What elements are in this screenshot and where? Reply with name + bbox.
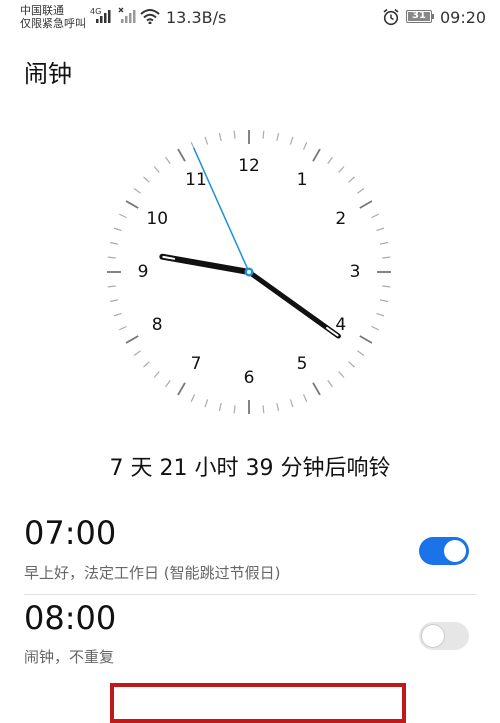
clock-tick (204, 399, 209, 408)
clock-tick (177, 148, 186, 162)
clock-number-6: 6 (244, 368, 255, 388)
clock-tick (338, 166, 345, 173)
clock-tick (357, 350, 365, 356)
clock-tick (233, 405, 236, 414)
no-sim-signal-icon (118, 7, 136, 23)
clock-tick (379, 299, 389, 303)
clock-tick (262, 130, 265, 139)
highlight-box (110, 683, 406, 723)
clock-number-9: 9 (138, 262, 149, 282)
clock-tick (276, 132, 280, 142)
clock-tick (113, 312, 122, 317)
divider (24, 594, 476, 595)
clock-tick (371, 213, 379, 219)
battery-icon: 31 (406, 10, 432, 23)
clock-tick (302, 142, 308, 150)
clock-tick (376, 227, 385, 232)
clock-tick (312, 382, 321, 396)
clock-tick (133, 350, 141, 356)
clock-tick (289, 399, 294, 408)
hour-hand (159, 253, 252, 275)
clock-number-2: 2 (335, 209, 346, 229)
clock-tick (348, 176, 355, 183)
clock-center-dot (247, 270, 251, 274)
clock-tick (125, 335, 139, 344)
alarm-time: 07:00 (24, 514, 117, 552)
clock-tick (376, 312, 385, 317)
clock-number-5: 5 (297, 354, 308, 374)
toggle-knob (422, 625, 444, 647)
clock-tick (348, 361, 355, 368)
clock-tick (143, 176, 150, 183)
cellular-signal-icon: 4G (90, 7, 111, 23)
clock-tick (125, 200, 139, 209)
clock-tick (233, 130, 236, 139)
clock-tick (327, 156, 333, 164)
clock-tick (113, 227, 122, 232)
alarm-time: 08:00 (24, 599, 117, 637)
clock-tick (312, 148, 321, 162)
clock-tick (109, 299, 119, 303)
clock-tick (338, 371, 345, 378)
alarm-toggle[interactable] (419, 622, 469, 650)
clock-tick (165, 156, 171, 164)
minute-hand (246, 269, 341, 339)
clock-tick (190, 394, 196, 402)
battery-tip (432, 14, 434, 19)
wifi-icon (140, 9, 160, 24)
clock-tick (276, 402, 280, 412)
clock-tick (327, 380, 333, 388)
clock-number-7: 7 (191, 354, 202, 374)
clock-tick (165, 380, 171, 388)
clock-tick (153, 166, 160, 173)
alarm-item[interactable]: 08:00 闹钟，不重复 (24, 597, 476, 677)
battery-level: 31 (412, 10, 426, 21)
carrier-name: 中国联通 (20, 4, 64, 17)
clock-tick (371, 325, 379, 331)
clock-tick (109, 241, 119, 245)
clock-number-1: 1 (297, 170, 308, 190)
clock-tick (119, 325, 127, 331)
toggle-knob (444, 540, 466, 562)
carrier-status: 仅限紧急呼叫 (20, 17, 86, 30)
alarm-item[interactable]: 07:00 早上好，法定工作日 (智能跳过节假日) (24, 512, 476, 592)
clock-tick (379, 241, 389, 245)
alarm-description: 早上好，法定工作日 (智能跳过节假日) (24, 564, 281, 582)
clock-tick (382, 256, 391, 259)
clock-tick (119, 213, 127, 219)
clock-number-8: 8 (152, 315, 163, 335)
status-time: 09:20 (440, 8, 487, 27)
alarm-clock-icon (383, 8, 399, 26)
clock-number-12: 12 (238, 156, 260, 176)
net-type-label: 4G (90, 7, 101, 16)
clock-tick (177, 382, 186, 396)
analog-clock: 12 1 2 3 4 5 6 7 8 9 10 11 (107, 130, 391, 414)
next-alarm-countdown: 7 天 21 小时 39 分钟后响铃 (109, 456, 391, 481)
clock-tick (302, 394, 308, 402)
alarm-description: 闹钟，不重复 (24, 648, 115, 666)
page-title: 闹钟 (24, 60, 72, 88)
clock-tick (357, 188, 365, 194)
clock-tick (382, 285, 391, 288)
clock-tick (204, 136, 209, 145)
clock-tick (289, 136, 294, 145)
clock-number-3: 3 (350, 262, 361, 282)
clock-tick (218, 132, 222, 142)
clock-number-10: 10 (146, 209, 168, 229)
clock-tick (359, 335, 373, 344)
status-bar: 中国联通 仅限紧急呼叫 4G 13.3B/s 31 09:20 (0, 0, 500, 36)
clock-number-11: 11 (185, 170, 207, 190)
alarm-toggle[interactable] (419, 537, 469, 565)
clock-tick (107, 285, 116, 288)
clock-tick (143, 361, 150, 368)
carrier-info: 中国联通 仅限紧急呼叫 (20, 4, 86, 30)
clock-tick (218, 402, 222, 412)
network-speed: 13.3B/s (166, 8, 227, 27)
clock-tick (153, 371, 160, 378)
clock-tick (262, 405, 265, 414)
clock-tick (133, 188, 141, 194)
clock-tick (107, 256, 116, 259)
clock-tick (359, 200, 373, 209)
